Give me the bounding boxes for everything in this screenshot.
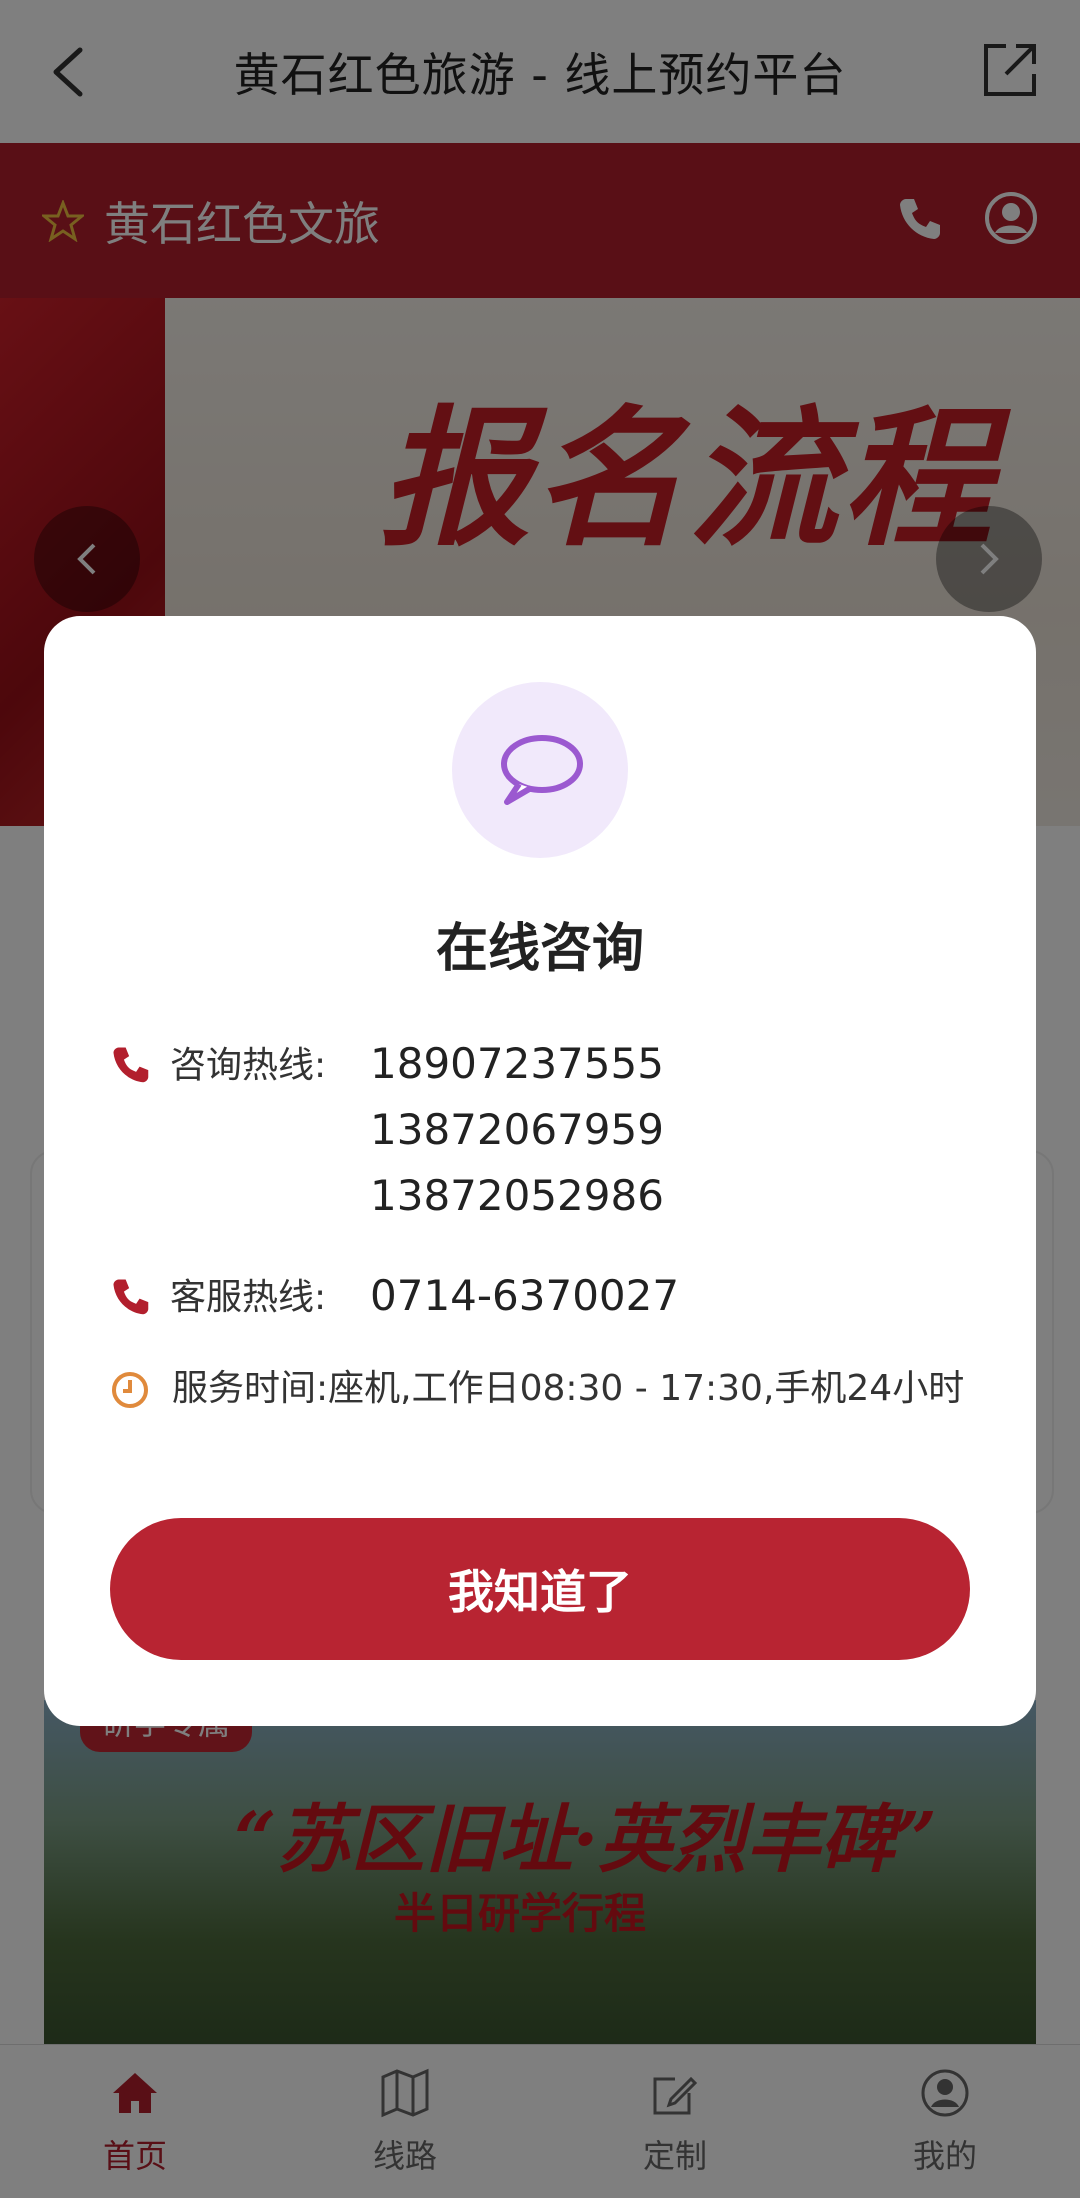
phone-number[interactable]: 13872067959 (370, 1102, 664, 1168)
chat-icon-badge (452, 682, 628, 858)
phone-icon (113, 1279, 149, 1315)
service-phone-number[interactable]: 0714-6370027 (370, 1268, 679, 1334)
consult-hotline-row: 咨询热线: 18907237555 13872067959 1387205298… (110, 1036, 664, 1234)
phone-number[interactable]: 13872052986 (370, 1168, 664, 1234)
chat-bubble-icon (501, 735, 583, 805)
dialog-title: 在线咨询 (435, 919, 644, 979)
service-hours-text: 服务时间:座机,工作日08:30 - 17:30,手机24小时 (172, 1368, 965, 1409)
acknowledge-button[interactable]: 我知道了 (110, 1518, 970, 1660)
phone-number[interactable]: 18907237555 (370, 1036, 664, 1102)
consult-numbers: 18907237555 13872067959 13872052986 (370, 1036, 664, 1234)
clock-icon (112, 1372, 148, 1408)
service-hours-row: 服务时间:座机,工作日08:30 - 17:30,手机24小时 (110, 1362, 990, 1416)
consult-dialog: 在线咨询 咨询热线: 18907237555 13872067959 13872… (44, 616, 1036, 1726)
service-hotline-label: 客服热线: (170, 1277, 327, 1318)
service-hotline-row: 客服热线: 0714-6370027 (110, 1268, 679, 1334)
phone-icon (113, 1047, 149, 1083)
consult-hotline-label: 咨询热线: (170, 1045, 327, 1086)
